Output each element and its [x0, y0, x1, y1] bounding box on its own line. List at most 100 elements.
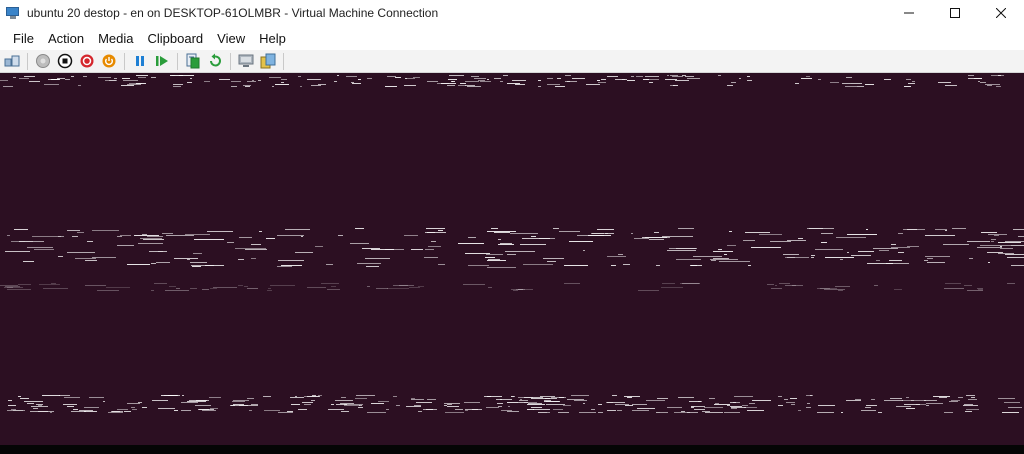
display-artifact [694, 409, 705, 410]
display-artifact [210, 408, 218, 409]
enhanced-session-button[interactable] [237, 52, 255, 70]
display-artifact [727, 405, 730, 406]
display-artifact [798, 238, 803, 239]
resume-button[interactable] [153, 52, 171, 70]
display-artifact [117, 236, 122, 237]
ctrl-alt-del-button[interactable] [3, 52, 21, 70]
toolbar-separator [27, 52, 28, 70]
display-artifact [301, 236, 303, 237]
display-artifact [460, 83, 466, 84]
display-artifact [680, 283, 699, 284]
display-artifact [943, 244, 969, 245]
display-artifact [1018, 236, 1024, 237]
display-artifact [7, 287, 23, 288]
display-artifact [991, 241, 994, 242]
menu-action[interactable]: Action [41, 31, 91, 46]
display-artifact [285, 229, 310, 230]
display-artifact [734, 396, 753, 397]
display-artifact [665, 79, 677, 80]
display-artifact [13, 77, 16, 78]
display-artifact [187, 82, 192, 83]
close-button[interactable] [978, 0, 1024, 26]
display-artifact [85, 260, 97, 261]
display-artifact [845, 86, 857, 87]
menu-view[interactable]: View [210, 31, 252, 46]
display-artifact [538, 86, 541, 87]
display-artifact [622, 79, 625, 80]
display-artifact [426, 409, 433, 410]
display-artifact [413, 77, 420, 78]
display-artifact [18, 396, 21, 397]
display-artifact [487, 231, 516, 232]
menu-file[interactable]: File [6, 31, 41, 46]
shut-down-button[interactable] [78, 52, 96, 70]
revert-button[interactable] [206, 52, 224, 70]
display-artifact [770, 241, 791, 242]
checkpoint-button[interactable] [184, 52, 202, 70]
checkpoint-icon [186, 53, 200, 69]
turn-off-button[interactable] [56, 52, 74, 70]
display-artifact [624, 396, 640, 397]
display-artifact [871, 399, 875, 400]
display-artifact [278, 412, 293, 413]
display-artifact [964, 285, 972, 286]
display-artifact [944, 412, 953, 413]
minimize-button[interactable] [886, 0, 932, 26]
display-artifact [418, 411, 422, 412]
display-artifact [142, 234, 147, 235]
display-artifact [233, 400, 249, 401]
display-artifact [480, 81, 491, 82]
pause-button[interactable] [131, 52, 149, 70]
display-artifact [33, 408, 38, 409]
menu-clipboard[interactable]: Clipboard [141, 31, 211, 46]
display-artifact [3, 86, 13, 87]
display-artifact [711, 260, 716, 261]
display-artifact [546, 404, 565, 405]
display-artifact [855, 399, 861, 400]
start-button[interactable] [34, 52, 52, 70]
display-artifact [64, 397, 80, 398]
display-artifact [131, 407, 135, 408]
display-artifact [498, 244, 514, 245]
display-artifact [486, 407, 499, 408]
display-artifact [528, 403, 542, 404]
display-artifact [447, 404, 452, 405]
display-artifact [981, 232, 997, 233]
display-artifact [449, 75, 464, 76]
menu-media[interactable]: Media [91, 31, 140, 46]
display-artifact [607, 256, 626, 257]
display-artifact [393, 285, 414, 286]
display-artifact [43, 288, 68, 289]
display-artifact [173, 86, 181, 87]
display-artifact [136, 83, 146, 84]
save-button[interactable] [100, 52, 118, 70]
vm-display[interactable] [0, 73, 1024, 445]
display-artifact [498, 239, 501, 240]
display-artifact [851, 83, 862, 84]
display-artifact [617, 410, 622, 411]
toolbar-separator [124, 52, 125, 70]
display-artifact [238, 285, 243, 286]
display-artifact [579, 412, 596, 413]
menu-help[interactable]: Help [252, 31, 293, 46]
display-artifact [512, 80, 526, 81]
display-artifact [858, 251, 874, 252]
display-artifact [367, 78, 372, 79]
display-artifact [191, 265, 214, 266]
display-artifact [988, 234, 1007, 235]
display-artifact [358, 79, 361, 80]
share-button[interactable] [259, 52, 277, 70]
display-artifact [311, 85, 321, 86]
display-artifact [879, 250, 889, 251]
maximize-button[interactable] [932, 0, 978, 26]
display-artifact [1007, 257, 1024, 258]
display-artifact [20, 398, 29, 399]
display-artifact [785, 257, 795, 258]
display-artifact [891, 244, 896, 245]
display-artifact [108, 412, 123, 413]
display-artifact [906, 408, 915, 409]
display-artifact [656, 412, 660, 413]
display-artifact [406, 406, 421, 407]
display-artifact [156, 262, 170, 263]
display-artifact [38, 411, 54, 412]
